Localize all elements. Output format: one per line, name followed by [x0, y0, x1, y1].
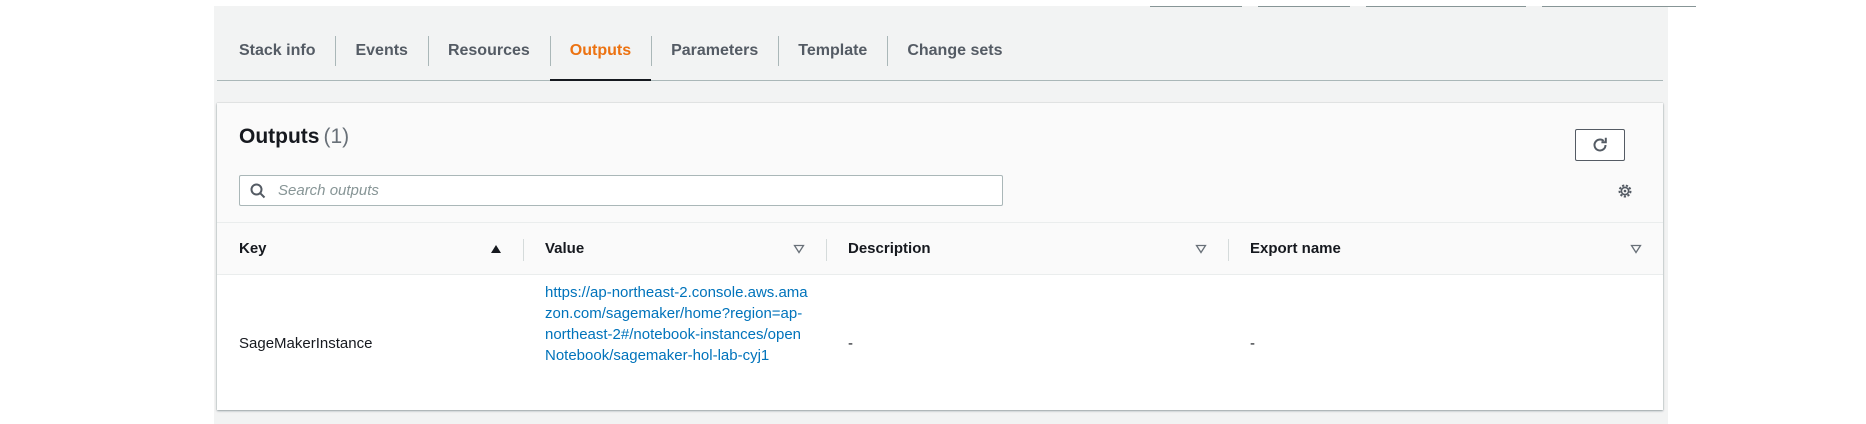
tab-label: Events: [355, 42, 408, 59]
search-input[interactable]: [276, 181, 980, 200]
cell-value: https://ap-northeast-2.console.aws.amazo…: [523, 275, 826, 411]
tab-stack-info[interactable]: Stack info: [217, 22, 335, 80]
outputs-title: Outputs (1): [239, 125, 349, 149]
top-toolbar-edges: [0, 0, 1866, 8]
tab-label: Parameters: [671, 42, 759, 59]
search-icon: [240, 183, 276, 199]
output-value-link[interactable]: https://ap-northeast-2.console.aws.amazo…: [545, 282, 809, 366]
cell-key: SageMakerInstance: [239, 334, 373, 352]
column-label: Key: [239, 240, 267, 257]
column-header-export-name[interactable]: Export name: [1228, 223, 1663, 274]
sort-descending-icon: [789, 244, 809, 254]
outputs-header: Outputs (1): [217, 103, 1663, 223]
tab-label: Template: [798, 42, 868, 59]
tab-template[interactable]: Template: [778, 22, 887, 80]
sort-descending-icon: [1191, 244, 1211, 254]
cell-description: -: [848, 334, 853, 352]
column-label: Description: [848, 240, 931, 257]
tab-label: Resources: [447, 42, 530, 59]
column-header-key[interactable]: Key: [217, 223, 523, 274]
search-field[interactable]: [239, 175, 1003, 206]
outputs-title-text: Outputs: [239, 125, 320, 148]
column-label: Value: [545, 240, 585, 257]
settings-gear-icon: [1618, 184, 1632, 198]
table-header: Key Value Description Export name: [217, 223, 1663, 275]
table-row: SageMakerInstance https://ap-northeast-2…: [217, 275, 1663, 411]
sort-descending-icon: [1626, 244, 1646, 254]
column-header-value[interactable]: Value: [523, 223, 826, 274]
table-settings-button[interactable]: [1615, 181, 1635, 201]
refresh-button[interactable]: [1575, 129, 1625, 161]
tab-label: Outputs: [569, 42, 632, 59]
outputs-count: (1): [323, 125, 350, 148]
refresh-icon: [1593, 137, 1607, 152]
tab-outputs[interactable]: Outputs: [549, 22, 652, 81]
tab-label: Stack info: [239, 42, 316, 59]
stack-tabs: Stack info Events Resources Outputs Para…: [217, 22, 1663, 81]
tab-events[interactable]: Events: [335, 22, 427, 80]
sort-ascending-icon: [486, 244, 506, 254]
tab-label: Change sets: [907, 42, 1003, 59]
cell-export-name: -: [1250, 334, 1255, 352]
outputs-container: Outputs(1) Ke: [217, 103, 1663, 410]
tab-resources[interactable]: Resources: [427, 22, 550, 80]
column-label: Export name: [1250, 240, 1341, 257]
tab-change-sets[interactable]: Change sets: [887, 22, 1022, 80]
column-header-description[interactable]: Description: [826, 223, 1228, 274]
tab-parameters[interactable]: Parameters: [651, 22, 778, 80]
